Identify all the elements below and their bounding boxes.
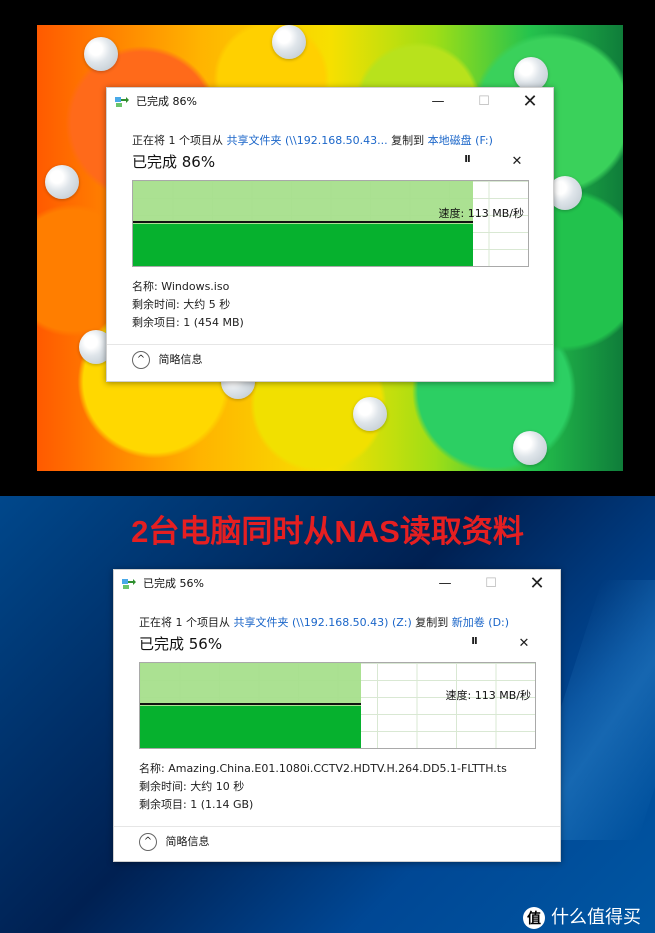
copy-route-line: 正在将 1 个项目从 共享文件夹 (\\192.168.50.43... 复制到…	[132, 132, 493, 148]
pearl-decoration	[272, 25, 306, 59]
transfer-details: 名称: Amazing.China.E01.1080i.CCTV2.HDTV.H…	[139, 760, 507, 814]
file-name: 名称: Windows.iso	[132, 280, 230, 293]
remaining-items: 剩余项目: 1 (454 MB)	[132, 316, 244, 329]
copy-route-prefix: 正在将 1 个项目从	[132, 134, 223, 147]
brief-info-toggle[interactable]: ^ 简略信息	[132, 351, 203, 369]
copy-to-text: 复制到	[415, 616, 449, 629]
maximize-button[interactable]: ☐	[468, 570, 514, 598]
dialog-content: 正在将 1 个项目从 共享文件夹 (\\192.168.50.43) (Z:) …	[114, 598, 560, 862]
copy-progress-icon	[122, 579, 136, 589]
dialog-title: 已完成 86%	[136, 95, 197, 108]
file-copy-dialog-bottom: 已完成 56% — ☐ ✕ 正在将 1 个项目从 共享文件夹 (\\192.16…	[113, 569, 561, 862]
copy-route-prefix: 正在将 1 个项目从	[139, 616, 230, 629]
transfer-details: 名称: Windows.iso 剩余时间: 大约 5 秒 剩余项目: 1 (45…	[132, 278, 244, 332]
pearl-decoration	[513, 431, 547, 465]
remaining-time: 剩余时间: 大约 5 秒	[132, 298, 231, 311]
source-link[interactable]: 共享文件夹 (\\192.168.50.43) (Z:)	[234, 616, 412, 629]
dialog-titlebar[interactable]: 已完成 86% — ☐ ✕	[107, 88, 553, 116]
brief-info-label: 简略信息	[165, 835, 210, 848]
pause-button[interactable]: II	[459, 154, 475, 170]
progress-title: 已完成 86%	[132, 153, 216, 171]
speed-history-area	[133, 181, 473, 224]
copy-progress-icon	[115, 97, 129, 107]
site-watermark: 值什么值得买	[523, 903, 641, 929]
speed-label: 速度: 113 MB/秒	[445, 689, 531, 702]
pearl-decoration	[84, 37, 118, 71]
copy-route-line: 正在将 1 个项目从 共享文件夹 (\\192.168.50.43) (Z:) …	[139, 614, 509, 630]
file-name: 名称: Amazing.China.E01.1080i.CCTV2.HDTV.H…	[139, 762, 507, 775]
pearl-decoration	[45, 165, 79, 199]
copy-to-text: 复制到	[391, 134, 425, 147]
chevron-up-icon: ^	[139, 833, 157, 851]
pearl-decoration	[353, 397, 387, 431]
brief-info-toggle[interactable]: ^ 简略信息	[139, 833, 210, 851]
site-logo-icon: 值	[523, 907, 545, 929]
speed-label: 速度: 113 MB/秒	[438, 207, 524, 220]
close-button[interactable]: ✕	[514, 570, 560, 598]
progress-title: 已完成 56%	[139, 635, 223, 653]
stop-button[interactable]: ✕	[516, 636, 532, 652]
destination-link[interactable]: 新加卷 (D:)	[452, 616, 509, 629]
progress-fill	[133, 224, 473, 266]
comparison-headline: 2台电脑同时从NAS读取资料	[131, 514, 524, 549]
watermark-text: 什么值得买	[551, 907, 641, 927]
dialog-divider	[114, 826, 560, 827]
pause-button[interactable]: II	[466, 636, 482, 652]
transfer-speed-chart: 速度: 113 MB/秒	[139, 662, 536, 749]
top-screenshot-panel: 已完成 86% — ☐ ✕ 正在将 1 个项目从 共享文件夹 (\\192.16…	[0, 0, 655, 496]
stop-button[interactable]: ✕	[509, 154, 525, 170]
chevron-up-icon: ^	[132, 351, 150, 369]
destination-link[interactable]: 本地磁盘 (F:)	[428, 134, 493, 147]
dialog-content: 正在将 1 个项目从 共享文件夹 (\\192.168.50.43... 复制到…	[107, 116, 553, 380]
pearl-decoration	[514, 57, 548, 91]
dialog-title: 已完成 56%	[143, 577, 204, 590]
speed-line	[133, 221, 473, 223]
remaining-time: 剩余时间: 大约 10 秒	[139, 780, 245, 793]
file-copy-dialog-top: 已完成 86% — ☐ ✕ 正在将 1 个项目从 共享文件夹 (\\192.16…	[106, 87, 554, 382]
dialog-divider	[107, 344, 553, 345]
minimize-button[interactable]: —	[415, 88, 461, 116]
transfer-speed-chart: 速度: 113 MB/秒	[132, 180, 529, 267]
dialog-titlebar[interactable]: 已完成 56% — ☐ ✕	[114, 570, 560, 598]
close-button[interactable]: ✕	[507, 88, 553, 116]
progress-fill	[140, 706, 362, 748]
brief-info-label: 简略信息	[158, 353, 203, 366]
remaining-items: 剩余项目: 1 (1.14 GB)	[139, 798, 254, 811]
speed-history-area	[140, 663, 362, 706]
source-link[interactable]: 共享文件夹 (\\192.168.50.43...	[227, 134, 388, 147]
maximize-button[interactable]: ☐	[461, 88, 507, 116]
speed-line	[140, 703, 362, 705]
minimize-button[interactable]: —	[422, 570, 468, 598]
